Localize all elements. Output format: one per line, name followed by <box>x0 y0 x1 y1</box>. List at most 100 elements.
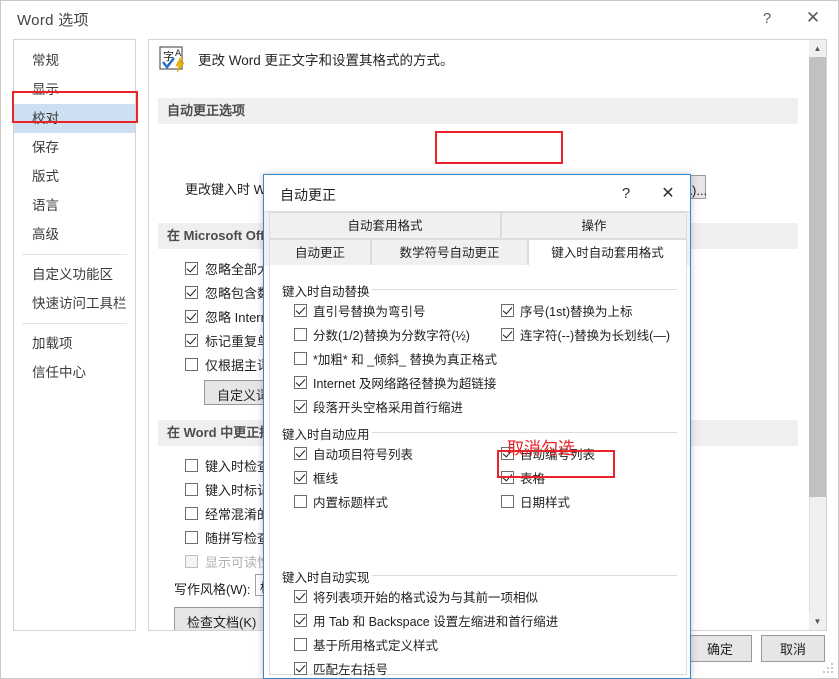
opt-tables[interactable]: 表格 <box>501 468 545 487</box>
checkbox-bold-italic[interactable] <box>294 352 307 365</box>
checkbox-mark-grammar-as-you-type[interactable] <box>185 483 198 496</box>
opt-label: 匹配左右括号 <box>313 659 388 678</box>
checkbox-first-line-indent[interactable] <box>294 400 307 413</box>
pane-intro-text: 更改 Word 更正文字和设置其格式的方式。 <box>198 49 454 69</box>
pane-intro: 字 A 更改 Word 更正文字和设置其格式的方式。 <box>158 45 454 73</box>
opt-date-style[interactable]: 日期样式 <box>501 492 570 511</box>
sidebar-item-proofing[interactable]: 校对 <box>14 104 135 133</box>
opt-label: 基于所用格式定义样式 <box>313 635 438 654</box>
autocorrect-dialog: 自动更正 ? ✕ 自动套用格式 操作 自动更正 数学符号自动更正 键入时自动套用… <box>263 174 691 679</box>
tab-autoformat-as-you-type[interactable]: 键入时自动套用格式 <box>528 239 687 266</box>
opt-label: 连字符(--)替换为长划线(—) <box>520 325 670 344</box>
checkbox-ignore-uppercase[interactable] <box>185 262 198 275</box>
resize-grip[interactable] <box>822 663 834 675</box>
opt-straight-quotes[interactable]: 直引号替换为弯引号 <box>294 301 426 320</box>
checkbox-ordinals-superscript[interactable] <box>501 304 514 317</box>
sidebar-item-customize-ribbon[interactable]: 自定义功能区 <box>14 260 135 289</box>
opt-first-line-indent[interactable]: 段落开头空格采用首行缩进 <box>294 397 463 416</box>
checkbox-check-grammar-with-spelling[interactable] <box>185 531 198 544</box>
opt-hyphens-dash[interactable]: 连字符(--)替换为长划线(—) <box>501 325 670 344</box>
opt-match-brackets[interactable]: 匹配左右括号 <box>294 659 388 678</box>
sidebar-item-quick-access-toolbar[interactable]: 快速访问工具栏 <box>14 289 135 318</box>
sidebar-item-display[interactable]: 显示 <box>14 75 135 104</box>
opt-fractions[interactable]: 分数(1/2)替换为分数字符(½) <box>294 325 470 344</box>
checkbox-main-dictionary-only[interactable] <box>185 358 198 371</box>
opt-ordinals-superscript[interactable]: 序号(1st)替换为上标 <box>501 301 633 320</box>
tab-autoformat[interactable]: 自动套用格式 <box>269 212 501 239</box>
chevron-up-icon[interactable]: ▲ <box>809 40 826 57</box>
ok-button[interactable]: 确定 <box>688 635 752 662</box>
checkbox-date-style[interactable] <box>501 495 514 508</box>
tab-math-autocorrect[interactable]: 数学符号自动更正 <box>371 239 528 266</box>
opt-label: 内置标题样式 <box>313 492 388 511</box>
opt-border-lines[interactable]: 框线 <box>294 468 338 487</box>
dialog-tabstrip: 自动套用格式 操作 自动更正 数学符号自动更正 键入时自动套用格式 <box>264 211 690 266</box>
checkbox-builtin-heading-styles[interactable] <box>294 495 307 508</box>
checkbox-tables[interactable] <box>501 471 514 484</box>
sidebar: 常规 显示 校对 保存 版式 语言 高级 自定义功能区 快速访问工具栏 加载项 … <box>13 39 136 631</box>
opt-label: *加粗* 和 _倾斜_ 替换为真正格式 <box>313 349 497 368</box>
pane-scrollbar-thumb[interactable] <box>809 57 826 497</box>
opt-format-list-like-previous[interactable]: 将列表项开始的格式设为与其前一项相似 <box>294 587 538 606</box>
checkbox-straight-quotes[interactable] <box>294 304 307 317</box>
group-auto-rule <box>372 575 677 576</box>
checkbox-border-lines[interactable] <box>294 471 307 484</box>
opt-define-styles-from-formatting[interactable]: 基于所用格式定义样式 <box>294 635 438 654</box>
sidebar-divider-2 <box>22 323 127 324</box>
chevron-down-icon[interactable]: ▼ <box>809 613 826 630</box>
checkbox-define-styles-from-formatting[interactable] <box>294 638 307 651</box>
titlebar: Word 选项 ? ✕ <box>1 1 838 35</box>
check-document-button[interactable]: 检查文档(K) <box>174 607 268 631</box>
checkbox-match-brackets[interactable] <box>294 662 307 675</box>
sidebar-item-layout[interactable]: 版式 <box>14 162 135 191</box>
sidebar-item-advanced[interactable]: 高级 <box>14 220 135 249</box>
sidebar-item-general[interactable]: 常规 <box>14 46 135 75</box>
checkbox-internet-hyperlinks[interactable] <box>294 376 307 389</box>
group-replace-rule <box>372 289 677 290</box>
checkbox-format-list-like-previous[interactable] <box>294 590 307 603</box>
tab-actions[interactable]: 操作 <box>501 212 687 239</box>
writing-style-label: 写作风格(W): <box>174 579 251 598</box>
spellcheck-icon: 字 A <box>158 45 188 73</box>
tab-autocorrect[interactable]: 自动更正 <box>269 239 371 266</box>
checkbox-flag-repeated-words[interactable] <box>185 334 198 347</box>
cancel-button[interactable]: 取消 <box>761 635 825 662</box>
opt-label: 自动项目符号列表 <box>313 444 413 463</box>
opt-automatic-bulleted-lists[interactable]: 自动项目符号列表 <box>294 444 413 463</box>
opt-label: 表格 <box>520 468 545 487</box>
group-apply-title: 键入时自动应用 <box>282 424 376 443</box>
checkbox-ignore-internet[interactable] <box>185 310 198 323</box>
group-auto-title: 键入时自动实现 <box>282 567 376 586</box>
opt-label: 直引号替换为弯引号 <box>313 301 426 320</box>
checkbox-tab-backspace-indent[interactable] <box>294 614 307 627</box>
group-replace-title: 键入时自动替换 <box>282 281 376 300</box>
opt-tab-backspace-indent[interactable]: 用 Tab 和 Backspace 设置左缩进和首行缩进 <box>294 611 558 630</box>
opt-bold-italic[interactable]: *加粗* 和 _倾斜_ 替换为真正格式 <box>294 349 497 368</box>
section-header-autocorrect: 自动更正选项 <box>158 98 798 124</box>
sidebar-item-language[interactable]: 语言 <box>14 191 135 220</box>
opt-internet-hyperlinks[interactable]: Internet 及网络路径替换为超链接 <box>294 373 496 392</box>
writing-style-row: 写作风格(W): <box>174 579 251 598</box>
opt-label: 日期样式 <box>520 492 570 511</box>
pane-scrollbar[interactable]: ▲ ▼ <box>809 40 826 630</box>
opt-label: 用 Tab 和 Backspace 设置左缩进和首行缩进 <box>313 611 558 630</box>
sidebar-item-trust-center[interactable]: 信任中心 <box>14 358 135 387</box>
checkbox-hyphens-dash[interactable] <box>501 328 514 341</box>
checkbox-frequently-confused-words[interactable] <box>185 507 198 520</box>
dialog-help-icon[interactable]: ? <box>606 175 646 211</box>
checkbox-check-spelling-as-you-type[interactable] <box>185 459 198 472</box>
sidebar-item-addins[interactable]: 加载项 <box>14 329 135 358</box>
opt-automatic-numbered-lists[interactable]: 自动编号列表 <box>501 444 595 463</box>
opt-label: 分数(1/2)替换为分数字符(½) <box>313 325 470 344</box>
opt-builtin-heading-styles[interactable]: 内置标题样式 <box>294 492 388 511</box>
checkbox-fractions[interactable] <box>294 328 307 341</box>
checkbox-automatic-numbered-lists[interactable] <box>501 447 514 460</box>
sidebar-item-save[interactable]: 保存 <box>14 133 135 162</box>
close-icon[interactable]: ✕ <box>792 1 834 35</box>
help-icon[interactable]: ? <box>746 1 788 35</box>
checkbox-automatic-bulleted-lists[interactable] <box>294 447 307 460</box>
dialog-close-icon[interactable]: ✕ <box>648 175 688 211</box>
checkbox-ignore-numbers[interactable] <box>185 286 198 299</box>
opt-label: 自动编号列表 <box>520 444 595 463</box>
opt-label: 序号(1st)替换为上标 <box>520 301 633 320</box>
